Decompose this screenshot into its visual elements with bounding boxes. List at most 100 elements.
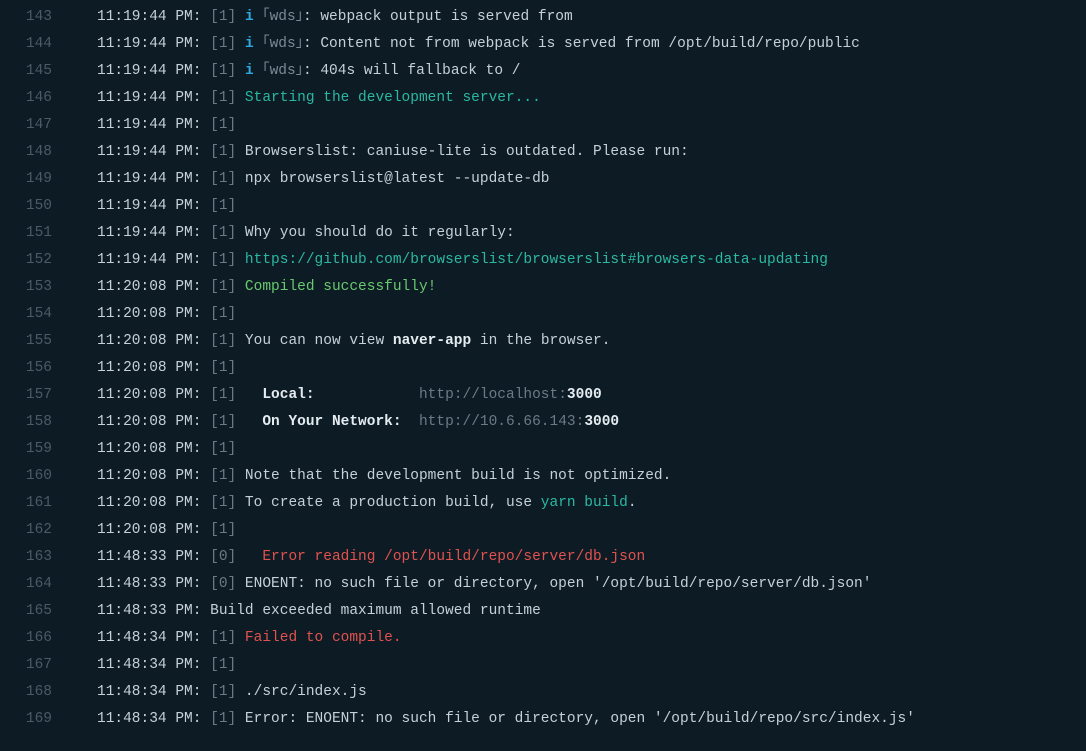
log-line: 16911:48:34 PM: [1] Error: ENOENT: no su… [0,706,1086,733]
line-number: 155 [0,328,52,355]
line-number: 166 [0,625,52,652]
log-line: 154 11:20:08 PM: [1] [0,301,1086,328]
line-number: 152 [0,247,52,274]
timestamp: 11:19:44 PM: [97,4,201,31]
process-index: [1] [210,31,236,58]
timestamp: 11:20:08 PM: [97,409,201,436]
line-number: 165 [0,598,52,625]
log-line: 144 11:19:44 PM: [1] i ｢wds｣: Content not… [0,31,1086,58]
timestamp: 11:48:33 PM: [97,544,201,571]
process-index: [1] [210,112,236,139]
line-number: 158 [0,409,52,436]
log-line: 15811:20:08 PM: [1] On Your Network: htt… [0,409,1086,436]
log-line: 159 11:20:08 PM: [1] [0,436,1086,463]
line-number: 164 [0,571,52,598]
log-message: Error: ENOENT: no such file or directory… [236,706,915,733]
timestamp: 11:19:44 PM: [97,85,201,112]
process-index: [0] [210,571,236,598]
log-line: 15211:19:44 PM: [1] https://github.com/b… [0,247,1086,274]
log-message: npx browserslist@latest --update-db [236,166,549,193]
timestamp: 11:48:34 PM: [97,706,201,733]
process-index: [1] [210,517,236,544]
log-message: Note that the development build is not o… [236,463,671,490]
process-index: [1] [210,85,236,112]
process-index: [1] [210,490,236,517]
process-index: [1] [210,436,236,463]
line-number: 168 [0,679,52,706]
log-line: 16611:48:34 PM: [1] Failed to compile. [0,625,1086,652]
line-number: 150 [0,193,52,220]
line-number: 148 [0,139,52,166]
process-index: [1] [210,409,236,436]
line-number: 160 [0,463,52,490]
log-message: Compiled successfully! [236,274,436,301]
log-message: You can now view naver-app in the browse… [236,328,610,355]
process-index: [1] [210,58,236,85]
line-number: 143 [0,4,52,31]
line-number: 154 [0,301,52,328]
line-number: 147 [0,112,52,139]
log-output: 14311:19:44 PM: [1] i ｢wds｣: webpack out… [0,4,1086,733]
log-line: 14311:19:44 PM: [1] i ｢wds｣: webpack out… [0,4,1086,31]
timestamp: 11:20:08 PM: [97,490,201,517]
timestamp: 11:19:44 PM: [97,220,201,247]
process-index: [1] [210,274,236,301]
line-number: 153 [0,274,52,301]
log-line: 168 11:48:34 PM: [1] ./src/index.js [0,679,1086,706]
timestamp: 11:20:08 PM: [97,274,201,301]
timestamp: 11:19:44 PM: [97,166,201,193]
timestamp: 11:48:34 PM: [97,679,201,706]
timestamp: 11:19:44 PM: [97,139,201,166]
process-index: [1] [210,679,236,706]
timestamp: 11:20:08 PM: [97,301,201,328]
log-line: 14811:19:44 PM: [1] Browserslist: canius… [0,139,1086,166]
log-message: To create a production build, use yarn b… [236,490,636,517]
log-message: i ｢wds｣: Content not from webpack is ser… [236,31,860,58]
log-line: 16711:48:34 PM: [1] [0,652,1086,679]
line-number: 149 [0,166,52,193]
log-message: Why you should do it regularly: [236,220,514,247]
timestamp: 11:20:08 PM: [97,517,201,544]
log-line: 16011:20:08 PM: [1] Note that the develo… [0,463,1086,490]
log-line: 153 11:20:08 PM: [1] Compiled successfull… [0,274,1086,301]
process-index: [1] [210,355,236,382]
log-message: Starting the development server... [236,85,541,112]
line-number: 156 [0,355,52,382]
line-number: 144 [0,31,52,58]
log-message: https://github.com/browserslist/browsers… [236,247,828,274]
log-line: 16411:48:33 PM: [0] ENOENT: no such file… [0,571,1086,598]
timestamp: 11:20:08 PM: [97,382,201,409]
line-number: 146 [0,85,52,112]
process-index: [1] [210,382,236,409]
line-number: 151 [0,220,52,247]
log-line: 15511:20:08 PM: [1] You can now view nav… [0,328,1086,355]
log-line: 151 11:19:44 PM: [1] Why you should do it… [0,220,1086,247]
process-index: [1] [210,328,236,355]
log-message: Local: http://localhost:3000 [236,382,602,409]
log-line: 16311:48:33 PM: [0] Error reading /opt/b… [0,544,1086,571]
log-message: i ｢wds｣: 404s will fallback to / [236,58,520,85]
process-index: [1] [210,220,236,247]
process-index: [1] [210,166,236,193]
line-number: 159 [0,436,52,463]
line-number: 167 [0,652,52,679]
log-message: ./src/index.js [236,679,367,706]
log-line: 146 11:19:44 PM: [1] Starting the develop… [0,85,1086,112]
line-number: 162 [0,517,52,544]
log-message: Browserslist: caniuse-lite is outdated. … [236,139,688,166]
process-index: [1] [210,4,236,31]
timestamp: 11:19:44 PM: [97,58,201,85]
line-number: 163 [0,544,52,571]
process-index: [1] [210,193,236,220]
log-line: 165 11:48:33 PM: Build exceeded maximum a… [0,598,1086,625]
process-index: [1] [210,463,236,490]
log-message: Build exceeded maximum allowed runtime [201,598,540,625]
timestamp: 11:20:08 PM: [97,355,201,382]
timestamp: 11:48:33 PM: [97,571,201,598]
process-index: [1] [210,301,236,328]
log-line: 14711:19:44 PM: [1] [0,112,1086,139]
timestamp: 11:20:08 PM: [97,436,201,463]
log-line: 162 11:20:08 PM: [1] [0,517,1086,544]
timestamp: 11:48:33 PM: [97,598,201,625]
timestamp: 11:19:44 PM: [97,31,201,58]
